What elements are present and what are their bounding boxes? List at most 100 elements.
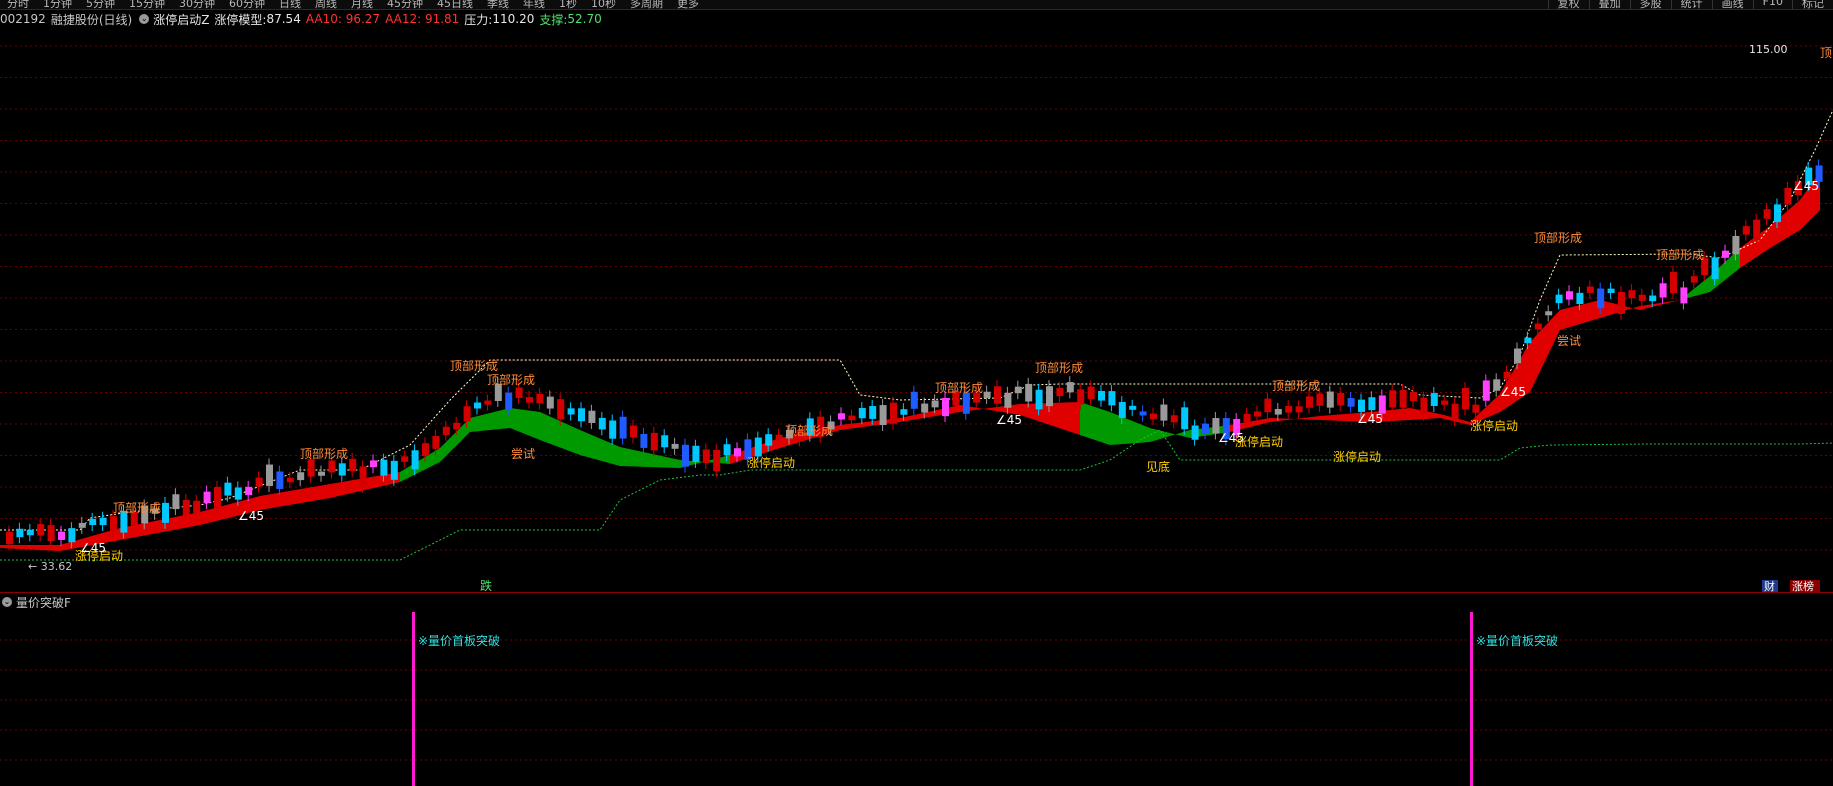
candle-body [1378,395,1386,414]
candle-body [1243,413,1251,423]
candle-body [78,522,86,528]
candle-body [1285,406,1293,413]
candle-body [1441,400,1449,405]
candle-body [484,400,492,405]
candle-body [286,477,294,483]
candle-body [89,518,97,526]
candle-body [1337,392,1345,406]
label-top-formed: 顶部形成 [785,423,833,438]
label-try: 尝试 [511,446,535,461]
candle-body [1430,393,1438,406]
candle-body [422,443,429,457]
candle-body [1586,286,1594,293]
candle-body [245,486,253,496]
candle-body [1545,311,1553,316]
candle-body [255,477,263,487]
sub-panel-header: ⌄ 量价突破F [0,594,71,610]
candle-body [838,413,845,420]
candle-body [650,432,658,451]
label-top-formed: 顶部形成 [1656,247,1704,262]
candle-body [557,399,565,420]
kline-chart[interactable]: 顶部形成顶部形成顶部形成顶部形成顶部形成顶部形成顶部形成顶部形成顶部形成顶部形成… [0,0,1833,786]
candle-body [567,408,575,415]
candle-body [536,393,544,404]
candle-body [1181,407,1189,430]
candle-body [1690,276,1698,283]
candle-body [1139,411,1147,416]
candle-body [1191,425,1199,440]
candle-body [338,463,346,476]
candle-body [713,449,721,472]
candle-body [661,435,669,448]
label-limit-up-tag: 涨榜 [1792,579,1814,593]
candle-body [1680,287,1688,304]
candle-body [1347,398,1355,407]
sub-indicator-name[interactable]: 量价突破F [16,594,71,611]
candle-body [1514,348,1521,364]
candle-body [359,466,367,487]
label-top-formed: 顶部形成 [113,500,161,515]
candle-body [1451,403,1459,421]
candle-body [1046,386,1053,407]
label-top-formed: 顶部形成 [935,380,983,395]
candle-body [328,460,336,473]
label-top-formed: 顶部形成 [450,358,498,373]
label-top-formed: 顶部形成 [487,372,535,387]
label-top-formed: 顶部形成 [1035,360,1083,375]
candle-body [349,458,357,472]
candle-body [1358,399,1365,412]
candle-body [1774,204,1781,223]
candle-body [1618,291,1625,314]
candle-body [869,406,877,419]
candle-body [37,524,45,536]
candlesticks [6,159,1823,551]
candle-body [47,525,55,541]
label-drop: 跌 [480,578,492,593]
label-angle-45: ∠45 [1793,179,1819,193]
label-top-formed: 顶部形成 [300,446,348,461]
candle-body [1742,226,1750,235]
label-top-formed: 顶部形成 [1272,378,1320,393]
candle-body [1503,371,1511,379]
candle-body [1202,423,1209,434]
candle-body [1389,390,1397,408]
label-top-formed: 顶部形成 [1534,230,1582,245]
candle-body [99,517,107,526]
candle-body [110,516,117,533]
candle-body [1399,390,1407,408]
candle-body [193,500,201,513]
candle-body [1025,383,1033,402]
candle-body [1056,387,1064,397]
candle-body [1555,294,1563,304]
candle-body [609,420,617,439]
candle-body [962,392,970,414]
candle-body [1129,405,1137,410]
price-max-label: 115.00 [1749,43,1788,56]
candle-body [848,415,856,421]
candle-body [505,392,513,410]
label-limit-up-start: 涨停启动 [747,455,795,470]
candle-body [1108,391,1116,406]
candle-body [1524,337,1532,344]
candle-body [1410,391,1417,402]
candle-body [723,444,731,456]
candle-body [994,386,1001,404]
candle-body [1659,283,1667,298]
candle-body [172,494,180,510]
chevron-down-circle-icon[interactable]: ⌄ [2,597,12,607]
candle-body [578,408,585,422]
candle-body [1784,187,1792,205]
candle-body [1638,294,1646,301]
candle-body [1295,406,1303,413]
label-limit-up-start: 涨停启动 [1333,449,1381,464]
candle-body [1087,386,1095,399]
label-angle-45: ∠45 [80,541,106,555]
label-angle-45: ∠45 [1357,412,1383,426]
candle-body [1763,209,1771,219]
candle-body [1462,387,1469,410]
candle-body [900,409,908,415]
candle-body [1732,235,1740,255]
candle-body [1722,250,1729,258]
candle-body [318,471,325,476]
candle-body [682,444,689,467]
